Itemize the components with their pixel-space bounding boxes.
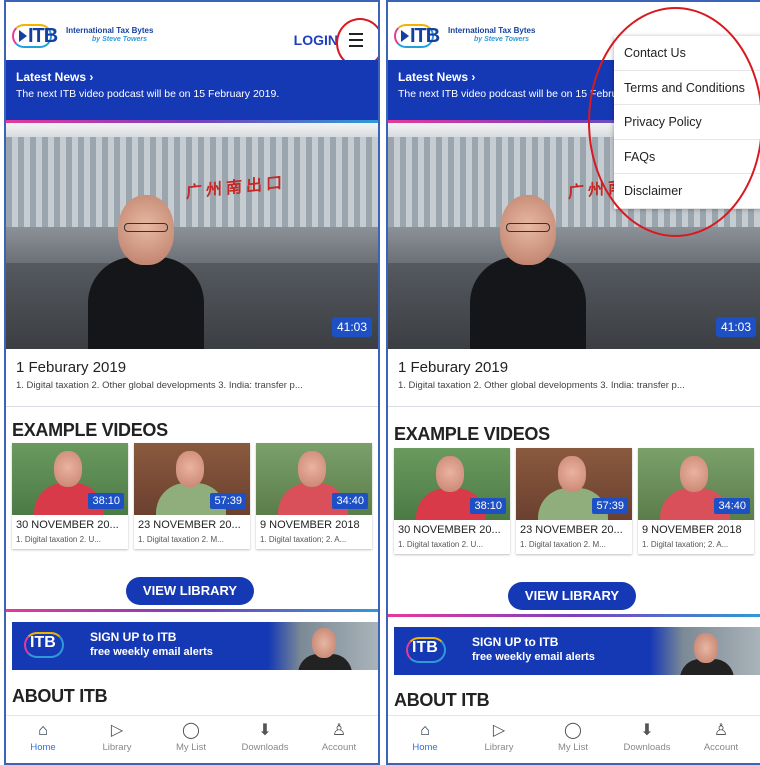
itb-logo[interactable]: ITB International Tax Bytes by Steve Tow… (394, 24, 564, 48)
duration-badge: 57:39 (592, 498, 628, 514)
video-card[interactable]: 57:39 23 NOVEMBER 20... 1. Digital taxat… (134, 443, 250, 549)
banner-line2: free weekly email alerts (90, 646, 213, 658)
video-card[interactable]: 34:40 9 NOVEMBER 2018 1. Digital taxatio… (638, 448, 754, 554)
duration-badge: 38:10 (470, 498, 506, 514)
my-list-icon: ◯ (182, 722, 200, 739)
tab-downloads[interactable]: ⬇ Downloads (610, 720, 684, 753)
tab-home[interactable]: ⌂ Home (388, 720, 462, 753)
banner-line2: free weekly email alerts (472, 651, 595, 663)
video-title: 30 NOVEMBER 20... (16, 519, 119, 531)
video-description: 1. Digital taxation 2. U... (398, 540, 483, 549)
example-videos-carousel[interactable]: 38:10 30 NOVEMBER 20... 1. Digital taxat… (394, 448, 760, 558)
downloads-icon: ⬇ (258, 722, 272, 739)
duration-badge: 34:40 (714, 498, 750, 514)
episode-description: 1. Digital taxation 2. Other global deve… (398, 380, 685, 391)
duration-badge: 38:10 (88, 493, 124, 509)
tab-account[interactable]: ♙ Account (684, 720, 758, 753)
account-icon: ♙ (713, 722, 729, 739)
banner-logo-text: ITB (412, 639, 438, 656)
featured-episode[interactable]: 1 Feburary 2019 1. Digital taxation 2. O… (6, 349, 378, 407)
example-videos-heading: EXAMPLE VIDEOS (12, 420, 168, 440)
tab-my-list[interactable]: ◯ My List (536, 720, 610, 753)
video-description: 1. Digital taxation 2. M... (138, 535, 224, 544)
episode-title: 1 Feburary 2019 (398, 359, 509, 376)
tab-home[interactable]: ⌂ Home (6, 720, 80, 753)
duration-badge: 41:03 (331, 317, 372, 337)
view-library-button[interactable]: VIEW LIBRARY (126, 577, 254, 605)
signup-banner[interactable]: ITB SIGN UP to ITB free weekly email ale… (394, 627, 760, 675)
video-title: 30 NOVEMBER 20... (398, 524, 501, 536)
library-icon: ▷ (110, 722, 124, 739)
presenter-image (470, 195, 586, 349)
logo-text: ITB (410, 25, 440, 47)
video-description: 1. Digital taxation 2. U... (16, 535, 101, 544)
hero-video[interactable]: 广州南出口 41:03 (6, 123, 378, 349)
duration-badge: 34:40 (332, 493, 368, 509)
header: ITB International Tax Bytes by Steve Tow… (6, 2, 378, 68)
video-card[interactable]: 38:10 30 NOVEMBER 20... 1. Digital taxat… (12, 443, 128, 549)
video-title: 9 NOVEMBER 2018 (260, 519, 360, 531)
highlight-circle (588, 7, 760, 237)
video-description: 1. Digital taxation; 2. A... (260, 535, 347, 544)
banner-photo (268, 622, 378, 670)
video-card[interactable]: 57:39 23 NOVEMBER 20... 1. Digital taxat… (516, 448, 632, 554)
tab-library[interactable]: ▷ Library (462, 720, 536, 753)
logo-tagline: International Tax Bytes (66, 26, 154, 35)
divider (6, 609, 378, 612)
account-icon: ♙ (331, 722, 347, 739)
screen-home: ITB International Tax Bytes by Steve Tow… (4, 0, 380, 765)
video-card[interactable]: 38:10 30 NOVEMBER 20... 1. Digital taxat… (394, 448, 510, 554)
banner-line1: SIGN UP to ITB (472, 635, 559, 649)
example-videos-heading: EXAMPLE VIDEOS (394, 424, 550, 444)
about-heading: ABOUT ITB (12, 686, 108, 706)
episode-title: 1 Feburary 2019 (16, 359, 127, 376)
latest-news-banner[interactable]: Latest News › The next ITB video podcast… (6, 60, 378, 120)
logo-tagline: International Tax Bytes (448, 26, 536, 35)
library-icon: ▷ (492, 722, 506, 739)
itb-logo[interactable]: ITB International Tax Bytes by Steve Tow… (12, 24, 182, 48)
about-heading: ABOUT ITB (394, 690, 490, 710)
video-card[interactable]: 34:40 9 NOVEMBER 2018 1. Digital taxatio… (256, 443, 372, 549)
tab-library[interactable]: ▷ Library (80, 720, 154, 753)
duration-badge: 41:03 (715, 317, 756, 337)
my-list-icon: ◯ (564, 722, 582, 739)
screen-home-menu-open: ITB International Tax Bytes by Steve Tow… (386, 0, 760, 765)
bottom-tab-bar: ⌂ Home ▷ Library ◯ My List ⬇ Downloads ♙ Acco… (6, 715, 378, 763)
play-icon (19, 30, 27, 42)
divider (388, 614, 760, 617)
tab-account[interactable]: ♙ Account (302, 720, 376, 753)
tab-my-list[interactable]: ◯ My List (154, 720, 228, 753)
banner-line1: SIGN UP to ITB (90, 630, 177, 644)
play-icon (401, 30, 409, 42)
video-description: 1. Digital taxation 2. M... (520, 540, 606, 549)
episode-description: 1. Digital taxation 2. Other global deve… (16, 380, 303, 391)
presenter-image (88, 195, 204, 349)
news-heading: Latest News › (16, 70, 94, 84)
banner-logo-text: ITB (30, 634, 56, 651)
video-title: 23 NOVEMBER 20... (520, 524, 623, 536)
logo-byline: by Steve Towers (474, 36, 529, 43)
logo-byline: by Steve Towers (92, 36, 147, 43)
video-title: 23 NOVEMBER 20... (138, 519, 241, 531)
downloads-icon: ⬇ (640, 722, 654, 739)
banner-photo (650, 627, 760, 675)
view-library-button[interactable]: VIEW LIBRARY (508, 582, 636, 610)
login-button[interactable]: LOGIN (294, 32, 338, 48)
logo-text: ITB (28, 25, 58, 47)
bottom-tab-bar: ⌂ Home ▷ Library ◯ My List ⬇ Downloads ♙ Acco… (388, 715, 760, 763)
duration-badge: 57:39 (210, 493, 246, 509)
home-icon: ⌂ (38, 722, 48, 739)
video-title: 9 NOVEMBER 2018 (642, 524, 742, 536)
featured-episode[interactable]: 1 Feburary 2019 1. Digital taxation 2. O… (388, 349, 760, 407)
news-text: The next ITB video podcast will be on 15… (16, 88, 280, 100)
example-videos-carousel[interactable]: 38:10 30 NOVEMBER 20... 1. Digital taxat… (12, 443, 378, 553)
home-icon: ⌂ (420, 722, 430, 739)
video-description: 1. Digital taxation; 2. A... (642, 540, 729, 549)
tab-downloads[interactable]: ⬇ Downloads (228, 720, 302, 753)
signup-banner[interactable]: ITB SIGN UP to ITB free weekly email ale… (12, 622, 378, 670)
